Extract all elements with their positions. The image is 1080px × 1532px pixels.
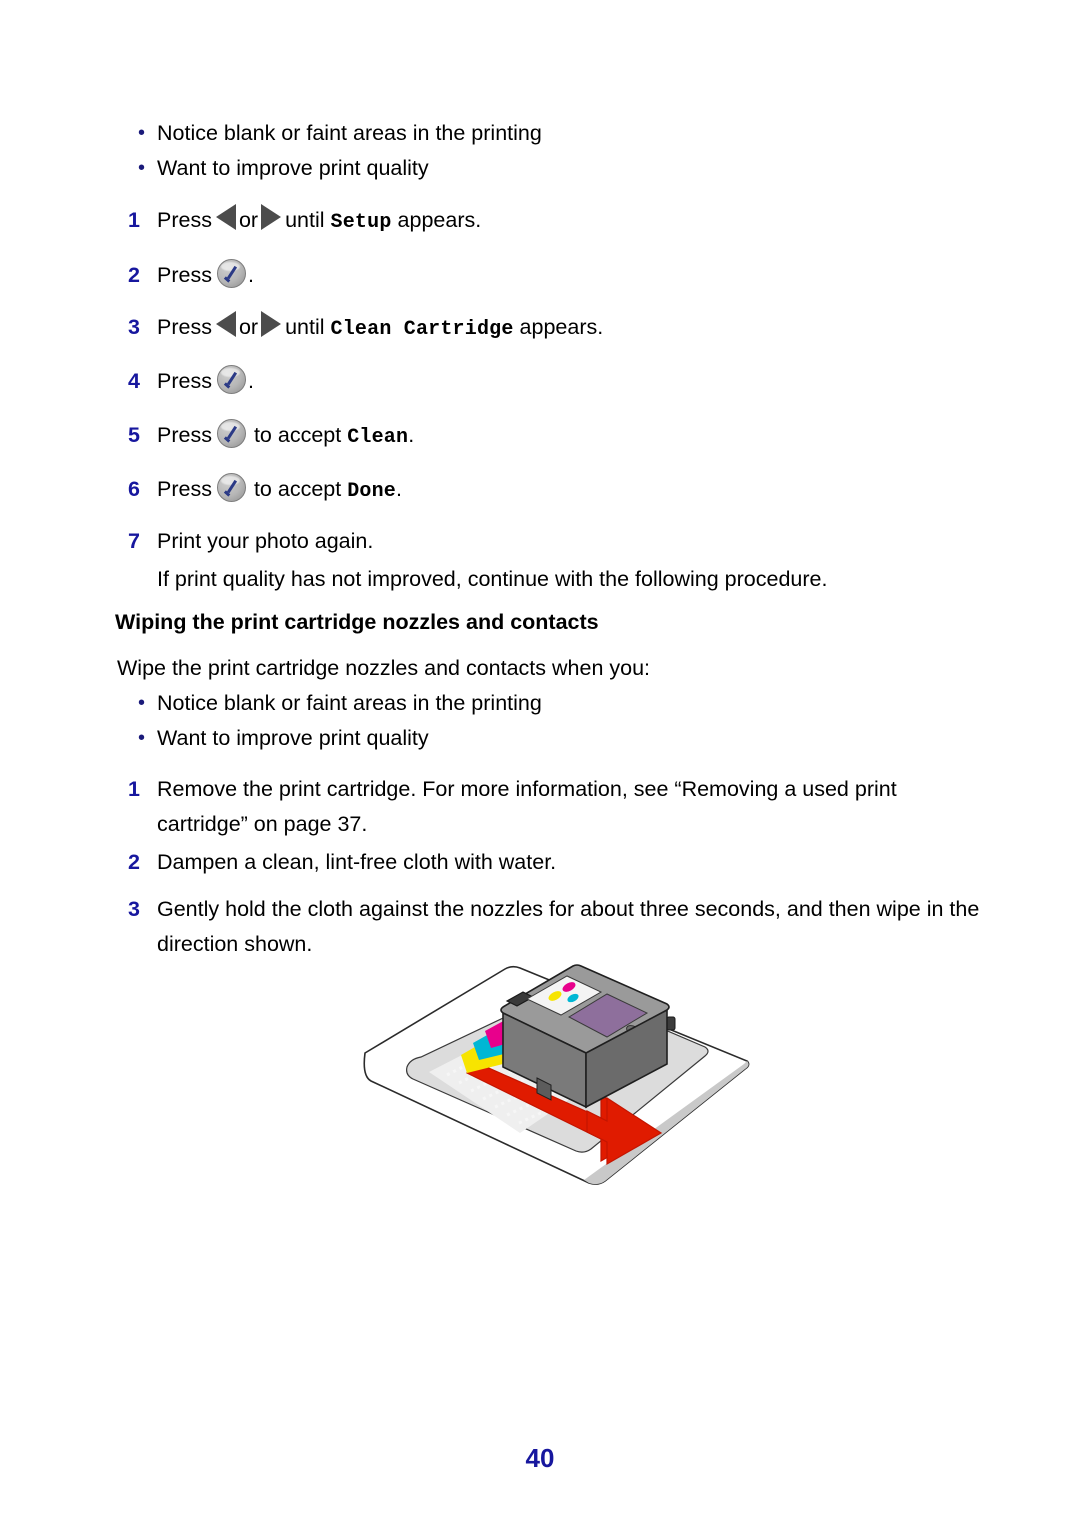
- step-accept-label: to accept: [253, 477, 342, 501]
- list-item: • Want to improve print quality: [138, 151, 429, 186]
- step-row-5: 5 Press to accept Clean.: [128, 418, 414, 455]
- section-intro: Wipe the print cartridge nozzles and con…: [117, 656, 651, 680]
- arrow-right-icon[interactable]: [261, 311, 282, 337]
- continuation-note: If print quality has not improved, conti…: [157, 567, 828, 591]
- list-item-label: Notice blank or faint areas in the print…: [157, 121, 542, 145]
- bullet-icon: •: [138, 157, 146, 179]
- step-number: 2: [128, 850, 140, 874]
- step-number: 7: [128, 529, 140, 553]
- step-press-label: Press: [157, 208, 212, 232]
- menu-item-name: Setup: [330, 211, 392, 234]
- list-item: • Notice blank or faint areas in the pri…: [138, 116, 542, 151]
- arrow-left-icon[interactable]: [215, 204, 236, 230]
- cartridge-side-tab: [666, 1016, 676, 1031]
- step-row-7: 7 Print your photo again.: [128, 524, 373, 559]
- section-heading: Wiping the print cartridge nozzles and c…: [115, 610, 599, 634]
- step-number: 1: [128, 208, 140, 232]
- step-until-label: until: [285, 315, 325, 339]
- step-row-2: 2 Press.: [128, 258, 254, 293]
- menu-item-name: Done: [347, 480, 396, 503]
- step-press-label: Press: [157, 423, 212, 447]
- step-text: Press to accept Clean.: [157, 418, 414, 455]
- step-text: Press.: [157, 258, 254, 293]
- step-or-label: or: [238, 208, 259, 232]
- step-text: Press.: [157, 364, 254, 399]
- step-row-6: 6 Press to accept Done.: [128, 472, 402, 509]
- step-press-label: Press: [157, 263, 212, 287]
- bullet-icon: •: [138, 122, 146, 144]
- step-row-1: 1 Press or until Setup appears.: [128, 203, 481, 240]
- list-item: • Want to improve print quality: [138, 721, 429, 756]
- bullet-icon: •: [138, 727, 146, 749]
- step-accept-label: to accept: [253, 423, 342, 447]
- manual-page: • Notice blank or faint areas in the pri…: [0, 0, 1080, 1532]
- step-number: 6: [128, 477, 140, 501]
- step-text: Press or until Clean Cartridge appears.: [157, 310, 603, 347]
- select-button-icon[interactable]: [216, 473, 246, 502]
- step-text: Remove the print cartridge. For more inf…: [157, 777, 897, 836]
- step-tail-label: .: [247, 263, 254, 287]
- select-button-icon[interactable]: [216, 365, 246, 394]
- menu-item-name: Clean: [347, 426, 409, 449]
- step-or-label: or: [238, 315, 259, 339]
- step-row-3: 3 Press or until Clean Cartridge appears.: [128, 310, 603, 347]
- list-item: • Notice blank or faint areas in the pri…: [138, 686, 542, 721]
- print-cartridge-on-cloth-illustration: [355, 955, 755, 1205]
- step-tail-label: .: [247, 369, 254, 393]
- arrow-right-icon[interactable]: [261, 204, 282, 230]
- wipe-step-row-1: 1 Remove the print cartridge. For more i…: [128, 772, 983, 842]
- step-number: 1: [128, 777, 140, 801]
- list-item-label: Want to improve print quality: [157, 726, 429, 750]
- step-press-label: Press: [157, 369, 212, 393]
- list-item-label: Notice blank or faint areas in the print…: [157, 691, 542, 715]
- step-press-label: Press: [157, 477, 212, 501]
- wipe-step-row-2: 2 Dampen a clean, lint-free cloth with w…: [128, 845, 983, 880]
- select-button-icon[interactable]: [216, 419, 246, 448]
- step-text: Press to accept Done.: [157, 472, 402, 509]
- bullet-icon: •: [138, 692, 146, 714]
- select-button-icon[interactable]: [216, 259, 246, 288]
- step-text: Print your photo again.: [157, 529, 374, 553]
- page-number: 40: [525, 1443, 555, 1473]
- step-number: 3: [128, 315, 140, 339]
- list-item-label: Want to improve print quality: [157, 156, 429, 180]
- step-tail-label: .: [408, 423, 415, 447]
- step-number: 4: [128, 369, 140, 393]
- step-until-label: until: [285, 208, 325, 232]
- step-number: 2: [128, 263, 140, 287]
- menu-item-name: Clean Cartridge: [330, 318, 514, 341]
- step-text: Gently hold the cloth against the nozzle…: [157, 897, 980, 956]
- arrow-left-icon[interactable]: [215, 311, 236, 337]
- step-tail-label: appears.: [519, 315, 604, 339]
- step-text: Dampen a clean, lint-free cloth with wat…: [157, 850, 557, 874]
- step-row-4: 4 Press.: [128, 364, 254, 399]
- step-text: Press or until Setup appears.: [157, 203, 481, 240]
- step-tail-label: .: [396, 477, 402, 501]
- step-press-label: Press: [157, 315, 212, 339]
- wipe-step-row-3: 3 Gently hold the cloth against the nozz…: [128, 892, 998, 962]
- step-number: 3: [128, 897, 140, 921]
- step-tail-label: appears.: [397, 208, 482, 232]
- step-number: 5: [128, 423, 140, 447]
